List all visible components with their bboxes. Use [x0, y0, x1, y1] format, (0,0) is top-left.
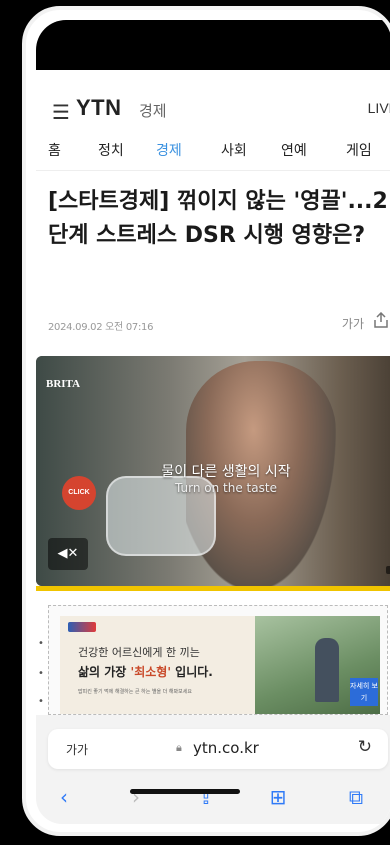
video-headline: 물이 다른 생활의 시작	[161, 464, 291, 480]
lock-icon: 🔒︎	[176, 741, 182, 754]
ytn-logo[interactable]: YTN	[76, 95, 122, 121]
share-icon[interactable]	[372, 312, 390, 328]
section-nav: 홈 정치 경제 사회 연예 게임	[36, 132, 390, 172]
ad-logo	[68, 622, 96, 632]
article-headline: [스타트경제] 꺾이지 않는 '영끌'...2단계 스트레스 DSR 시행 영향…	[48, 189, 388, 248]
elderly-walker-image	[315, 638, 339, 702]
live-link[interactable]: LIVE	[368, 100, 390, 116]
nav-divider	[36, 170, 390, 171]
ad-more-button[interactable]: 자세히 보기	[350, 678, 378, 706]
url-text[interactable]: ytn.co.kr	[193, 739, 259, 757]
article-date: 2024.09.02 오전 07:16	[48, 322, 154, 333]
ad-line-2-em: '최소형'	[130, 665, 171, 679]
tab-entertainment[interactable]: 연예	[281, 140, 307, 160]
bookmarks-icon[interactable]: ⊞	[258, 785, 298, 809]
list-bullet: •	[38, 668, 44, 679]
brita-logo: BRITA	[46, 378, 81, 390]
address-bar[interactable]: 가가 🔒︎ ytn.co.kr ↻	[48, 729, 388, 769]
speaker-mute-icon[interactable]: ◀✕	[48, 538, 88, 570]
ad-line-1: 건강한 어르신에게 한 끼는	[78, 646, 200, 659]
banner-ad[interactable]: 건강한 어르신에게 한 끼는 삶의 가장 '최소형' 입니다. 밥피킨 좋기 먹…	[60, 616, 380, 714]
safari-toolbar: 가가 🔒︎ ytn.co.kr ↻ ‹ › ⇪ ⊞ ⧉	[36, 715, 390, 824]
reload-icon[interactable]: ↻	[358, 737, 372, 757]
tab-economy[interactable]: 경제	[156, 140, 182, 160]
home-indicator[interactable]	[130, 789, 240, 794]
tab-game[interactable]: 게임	[346, 140, 372, 160]
tab-society[interactable]: 사회	[221, 140, 247, 160]
phone-device: ☰ YTN 경제 LIVE 홈 정치 경제 사회 연예 게임 [스타트경제] 꺾…	[0, 0, 390, 845]
ad-fine-print: 밥피킨 좋기 먹에 해결하는 큰 하는 별을 더 해봐보세요	[78, 689, 192, 695]
font-size-button[interactable]: 가가	[342, 315, 364, 332]
click-button[interactable]: CLICK	[62, 476, 96, 510]
hamburger-icon[interactable]: ☰	[52, 100, 70, 124]
list-bullet: •	[38, 696, 44, 707]
text-size-button[interactable]: 가가	[66, 741, 88, 758]
ad-line-2: 삶의 가장 '최소형' 입니다.	[78, 663, 213, 680]
ad-line-2-pre: 삶의 가장	[78, 665, 131, 679]
list-bullet: •	[38, 638, 44, 649]
tabs-icon[interactable]: ⧉	[336, 785, 376, 809]
video-ad[interactable]: BRITA 물이 다른 생활의 시작 Turn on the taste CLI…	[36, 356, 390, 586]
tab-politics[interactable]: 정치	[98, 140, 124, 160]
browser-screen: ☰ YTN 경제 LIVE 홈 정치 경제 사회 연예 게임 [스타트경제] 꺾…	[36, 20, 390, 824]
ad-line-2-post: 입니다.	[171, 665, 213, 679]
section-title: 경제	[139, 102, 167, 120]
ad-badge	[386, 566, 390, 574]
back-icon[interactable]: ‹	[44, 785, 84, 809]
phone-frame: ☰ YTN 경제 LIVE 홈 정치 경제 사회 연예 게임 [스타트경제] 꺾…	[22, 6, 390, 836]
status-bar	[36, 20, 390, 70]
video-progress-bar	[36, 586, 390, 591]
tab-home[interactable]: 홈	[48, 140, 61, 160]
site-header: ☰ YTN 경제 LIVE	[36, 70, 390, 135]
